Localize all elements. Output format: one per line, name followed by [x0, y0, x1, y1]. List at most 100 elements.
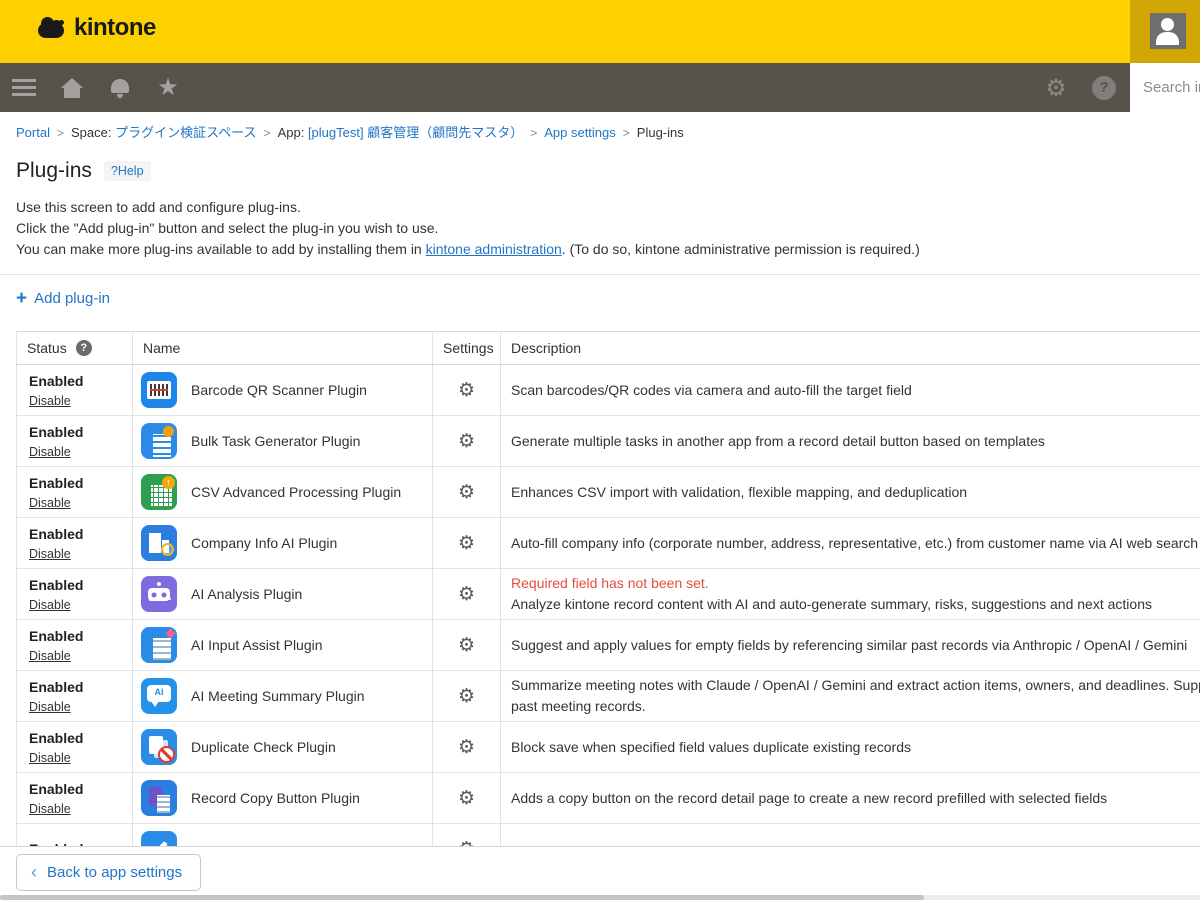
breadcrumb-separator: > — [57, 126, 64, 140]
table-header-row: Status? Name Settings Description — [17, 332, 1200, 365]
column-status: Status? — [17, 332, 133, 365]
breadcrumb-link[interactable]: [plugTest] 顧客管理（顧問先マスタ） — [308, 125, 523, 140]
icon-glyph — [141, 576, 177, 612]
back-to-app-settings-button[interactable]: ‹ Back to app settings — [16, 854, 201, 891]
tasks-icon — [141, 423, 177, 459]
plugin-description: Generate multiple tasks in another app f… — [511, 431, 1200, 452]
icon-glyph — [141, 525, 177, 561]
global-navbar: ★ ⚙ ? — [0, 63, 1200, 112]
kintone-administration-link[interactable]: kintone administration — [426, 241, 562, 257]
plugin-name: Barcode QR Scanner Plugin — [191, 382, 367, 398]
plugin-settings-gear-icon[interactable]: ⚙ — [458, 532, 475, 554]
disable-link[interactable]: Disable — [29, 751, 71, 765]
status-enabled: Enabled — [29, 372, 120, 391]
chatai-icon: AI — [141, 678, 177, 714]
add-plugin-label: Add plug-in — [34, 290, 110, 307]
plugin-name: AI Input Assist Plugin — [191, 637, 323, 653]
disable-link[interactable]: Disable — [29, 547, 71, 561]
status-enabled: Enabled — [29, 780, 120, 799]
disable-link[interactable]: Disable — [29, 394, 71, 408]
building-icon — [141, 525, 177, 561]
notifications-button[interactable] — [104, 63, 136, 112]
search-input[interactable] — [1130, 63, 1200, 112]
barcode-icon — [141, 372, 177, 408]
kintone-logo[interactable]: kintone — [36, 14, 156, 42]
breadcrumb: Portal>Space: プラグイン検証スペース>App: [plugTest… — [16, 122, 1184, 141]
table-row: Enabled Disable Record Copy Button Plugin ⚙… — [17, 773, 1200, 824]
plugin-name: Duplicate Check Plugin — [191, 739, 336, 755]
robot-icon — [141, 576, 177, 612]
plugin-name: Record Copy Button Plugin — [191, 790, 360, 806]
plugin-settings-gear-icon[interactable]: ⚙ — [458, 430, 475, 452]
table-row: EnabledDisableCompany Info AI Plugin⚙Aut… — [17, 518, 1200, 569]
home-button[interactable] — [56, 63, 88, 112]
intro-line-1: Use this screen to add and configure plu… — [16, 197, 1184, 218]
plugin-description: Summarize meeting notes with Claude / Op… — [511, 675, 1200, 717]
disable-link[interactable]: Disable — [29, 496, 71, 510]
user-menu[interactable] — [1130, 0, 1200, 63]
plugin-description: Scan barcodes/QR codes via camera and au… — [511, 380, 1200, 401]
breadcrumb-separator: > — [264, 126, 271, 140]
add-plugin-button[interactable]: + Add plug-in — [16, 289, 110, 308]
table-row: Enabled Disable Barcode QR Scanner Plugin ⚙… — [17, 365, 1200, 416]
breadcrumb-link[interactable]: プラグイン検証スペース — [115, 125, 256, 140]
main-content: Portal>Space: プラグイン検証スペース>App: [plugTest… — [0, 112, 1200, 875]
title-row: Plug-ins ?Help — [16, 159, 1184, 183]
status-enabled: Enabled — [29, 729, 120, 748]
plugin-settings-gear-icon[interactable]: ⚙ — [458, 787, 475, 809]
disable-link[interactable]: Disable — [29, 700, 71, 714]
disable-link[interactable]: Disable — [29, 445, 71, 459]
copy-icon — [141, 780, 177, 816]
plugin-settings-gear-icon[interactable]: ⚙ — [458, 736, 475, 758]
plugin-description: Block save when specified field values d… — [511, 737, 1200, 758]
intro-line-2: Click the "Add plug-in" button and selec… — [16, 218, 1184, 239]
plugin-description: Suggest and apply values for empty field… — [511, 635, 1200, 656]
breadcrumb-text: Plug-ins — [637, 125, 684, 140]
menu-button[interactable] — [8, 63, 40, 112]
plugin-description: Analyze kintone record content with AI a… — [511, 594, 1200, 615]
plugin-settings-gear-icon[interactable]: ⚙ — [458, 481, 475, 503]
status-enabled: Enabled — [29, 525, 120, 544]
kintone-cloud-icon — [36, 17, 66, 39]
chevron-left-icon: ‹ — [31, 863, 37, 881]
plugin-settings-gear-icon[interactable]: ⚙ — [458, 583, 475, 605]
favorites-button[interactable]: ★ — [152, 63, 184, 112]
plugin-name: CSV Advanced Processing Plugin — [191, 484, 401, 500]
table-row: EnabledDisableAI Input Assist Plugin⚙Sug… — [17, 620, 1200, 671]
help-button[interactable]: ? — [1088, 63, 1120, 112]
disable-link[interactable]: Disable — [29, 802, 71, 816]
scrollbar-thumb[interactable] — [0, 895, 924, 900]
icon-glyph — [141, 423, 177, 459]
plugin-name: Company Info AI Plugin — [191, 535, 337, 551]
search-box — [1130, 63, 1200, 112]
icon-glyph — [141, 729, 177, 765]
status-enabled: Enabled — [29, 576, 120, 595]
status-help-icon[interactable]: ? — [76, 340, 92, 356]
breadcrumb-link[interactable]: App settings — [544, 125, 616, 140]
plugin-error-message: Required field has not been set. — [511, 573, 1200, 594]
plugin-description: Enhances CSV import with validation, fle… — [511, 482, 1200, 503]
plugin-settings-gear-icon[interactable]: ⚙ — [458, 379, 475, 401]
disable-link[interactable]: Disable — [29, 598, 71, 612]
icon-glyph — [141, 372, 177, 408]
plugin-settings-gear-icon[interactable]: ⚙ — [458, 634, 475, 656]
icon-glyph — [141, 474, 177, 510]
breadcrumb-link[interactable]: Portal — [16, 125, 50, 140]
disable-link[interactable]: Disable — [29, 649, 71, 663]
star-icon: ★ — [157, 76, 179, 100]
footer-bar: ‹ Back to app settings — [0, 846, 1200, 900]
breadcrumb-text: Space: — [71, 125, 111, 140]
user-avatar-icon — [1150, 13, 1186, 49]
admin-settings-button[interactable]: ⚙ — [1040, 63, 1072, 112]
top-header: kintone — [0, 0, 1200, 63]
hamburger-icon — [12, 79, 36, 96]
icon-glyph: AI — [141, 678, 177, 714]
help-badge[interactable]: ?Help — [104, 161, 151, 181]
horizontal-scrollbar[interactable] — [0, 895, 1200, 900]
table-row: EnabledDisableBulk Task Generator Plugin… — [17, 416, 1200, 467]
plugin-settings-gear-icon[interactable]: ⚙ — [458, 685, 475, 707]
home-icon — [61, 78, 83, 98]
icon-glyph — [141, 627, 177, 663]
logo-text: kintone — [74, 14, 156, 42]
column-name: Name — [133, 332, 433, 365]
